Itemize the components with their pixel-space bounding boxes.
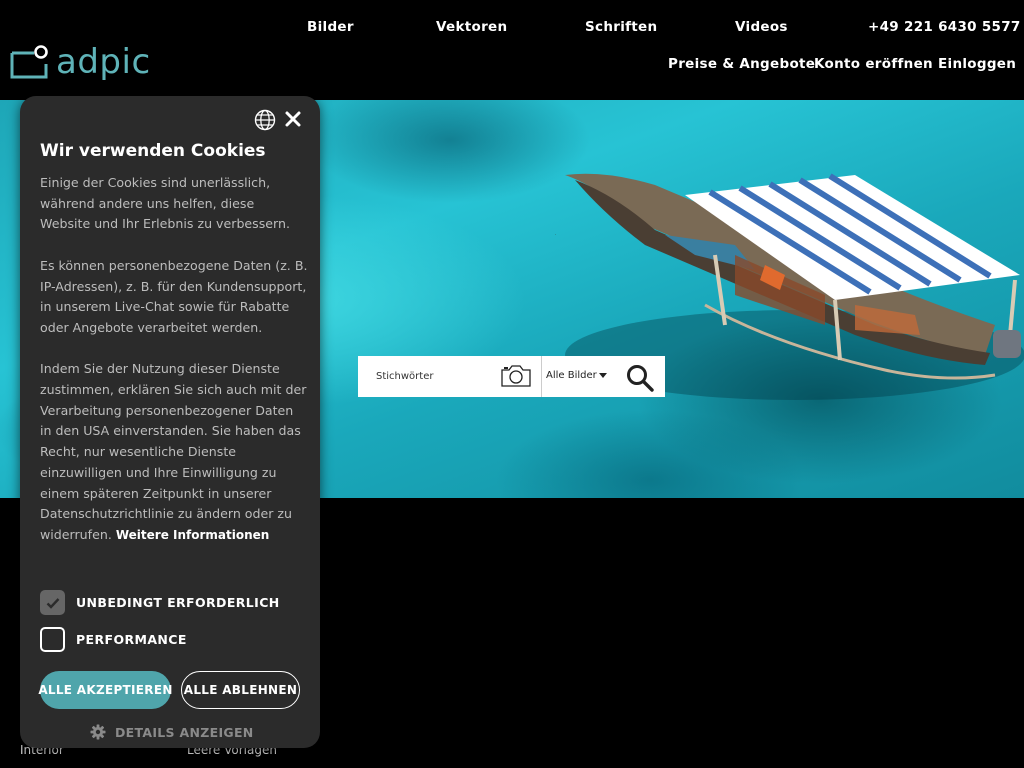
camera-icon[interactable] <box>501 365 531 387</box>
nav-link-vektoren[interactable]: Vektoren <box>436 19 507 35</box>
checkbox-performance-label: PERFORMANCE <box>76 632 187 647</box>
nav-link-bilder[interactable]: Bilder <box>307 19 354 35</box>
category-select[interactable]: Alle Bilder <box>546 370 607 381</box>
search-input[interactable] <box>376 371 506 382</box>
show-details-button[interactable]: DETAILS ANZEIGEN <box>90 724 254 740</box>
search-icon[interactable] <box>626 364 654 392</box>
checkbox-required-box[interactable] <box>40 590 65 615</box>
nav-bottom: Preise & Angebote Konto eröffnen Einlogg… <box>0 56 1024 74</box>
reject-all-button[interactable]: ALLE ABLEHNEN <box>181 671 300 709</box>
show-details-label: DETAILS ANZEIGEN <box>115 724 254 740</box>
checkbox-performance-box[interactable] <box>40 627 65 652</box>
close-icon[interactable] <box>284 110 302 128</box>
caret-down-icon <box>598 373 607 378</box>
nav-link-videos[interactable]: Videos <box>735 19 788 35</box>
checkmark-icon <box>46 597 59 609</box>
nav-top: Bilder Vektoren Schriften Videos +49 221… <box>0 19 1024 37</box>
globe-icon[interactable] <box>254 109 276 131</box>
cookie-paragraph-3: Indem Sie der Nutzung dieser Dienste zus… <box>40 359 308 545</box>
cookie-paragraph-2: Es können personenbezogene Daten (z. B. … <box>40 257 308 335</box>
search-bar: Alle Bilder <box>358 356 665 397</box>
nav-link-schriften[interactable]: Schriften <box>585 19 657 35</box>
nav-link-login[interactable]: Einloggen <box>938 56 1016 72</box>
cookie-dialog: Wir verwenden Cookies Einige der Cookies… <box>20 96 320 748</box>
checkbox-required-label: UNBEDINGT ERFORDERLICH <box>76 595 280 610</box>
cookie-paragraph-1: Einige der Cookies sind unerlässlich, wä… <box>40 175 290 232</box>
search-divider <box>541 356 542 397</box>
checkbox-required[interactable]: UNBEDINGT ERFORDERLICH <box>40 590 280 615</box>
more-info-link[interactable]: Weitere Informationen <box>116 528 269 542</box>
nav-link-pricing[interactable]: Preise & Angebote <box>668 56 815 72</box>
nav-link-register[interactable]: Konto eröffnen <box>814 56 933 72</box>
checkbox-performance[interactable]: PERFORMANCE <box>40 627 187 652</box>
phone-link[interactable]: +49 221 6430 5577 <box>868 19 1021 35</box>
accept-all-button[interactable]: ALLE AKZEPTIEREN <box>38 671 172 709</box>
site-header: adpic Bilder Vektoren Schriften Videos +… <box>0 0 1024 100</box>
cookie-paragraph-3-text: Indem Sie der Nutzung dieser Dienste zus… <box>40 361 307 542</box>
category-select-label: Alle Bilder <box>546 370 597 381</box>
gear-icon <box>90 724 106 740</box>
cookie-title: Wir verwenden Cookies <box>40 141 266 161</box>
cookie-description: Einige der Cookies sind unerlässlich, wä… <box>40 173 308 546</box>
